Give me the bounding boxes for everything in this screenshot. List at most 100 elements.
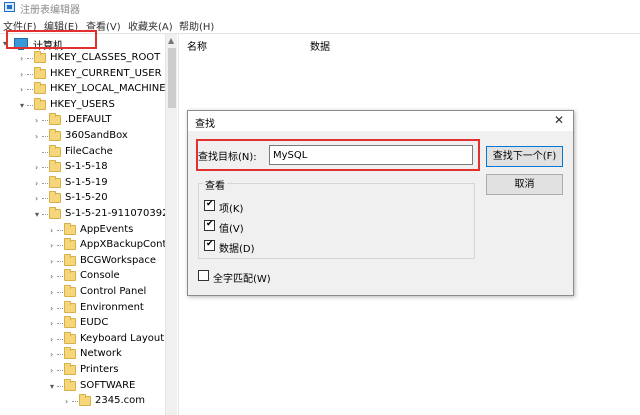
checkbox-match-whole[interactable] xyxy=(198,270,209,281)
tree-item[interactable]: › HKEY_CLASSES_ROOT xyxy=(0,51,165,66)
checkbox-values-label[interactable]: 值(V) xyxy=(219,220,244,235)
registry-tree[interactable]: ▾ 计算机 › HKEY_CLASSES_ROOT › HKEY_CURRENT_US… xyxy=(0,34,165,415)
chevron-right-icon[interactable]: › xyxy=(35,163,42,172)
tree-item-label: EUDC xyxy=(80,317,109,329)
tree-item[interactable]: › AppXBackupConte xyxy=(0,238,165,253)
tree-connector xyxy=(42,136,48,137)
dialog-title-bar: 查找 ✕ xyxy=(188,111,573,131)
tree-connector xyxy=(57,338,63,340)
checkmark-icon: ✔ xyxy=(206,219,214,229)
highlight-box-find xyxy=(196,139,480,171)
chevron-right-icon[interactable]: › xyxy=(35,179,42,188)
chevron-down-icon[interactable]: ▾ xyxy=(20,101,27,110)
tree-connector xyxy=(57,385,63,387)
tree-connector xyxy=(57,276,63,278)
folder-icon xyxy=(64,222,76,235)
chevron-right-icon[interactable]: › xyxy=(50,335,57,344)
tree-item-label: Console xyxy=(80,270,120,282)
folder-icon xyxy=(64,285,76,297)
tree-item[interactable]: › S-1-5-19 xyxy=(0,175,165,191)
tree-item[interactable]: › AppEvents xyxy=(0,222,165,238)
checkbox-data[interactable]: ✔ xyxy=(204,239,215,251)
column-header-data[interactable]: 数据 xyxy=(310,38,330,53)
tree-connector xyxy=(27,73,33,75)
tree-item[interactable]: › Control Panel xyxy=(0,285,165,300)
scrollbar-thumb[interactable] xyxy=(168,48,176,108)
tree-item-label: S-1-5-19 xyxy=(65,176,108,188)
menu-help[interactable]: 帮助(H) xyxy=(179,18,214,33)
tree-scrollbar[interactable]: ▲ xyxy=(165,34,177,415)
column-header-name[interactable]: 名称 xyxy=(187,38,207,53)
tree-item[interactable]: › EUDC xyxy=(0,316,165,331)
folder-icon xyxy=(49,144,61,157)
folder-icon xyxy=(79,394,91,407)
tree-item[interactable]: › BCGWorkspace xyxy=(0,253,165,269)
tree-item[interactable]: › Console xyxy=(0,269,165,284)
tree-item[interactable]: › Printers xyxy=(0,363,165,378)
chevron-right-icon[interactable]: › xyxy=(50,319,57,328)
tree-item[interactable]: › Keyboard Layout xyxy=(0,331,165,347)
checkbox-data-label[interactable]: 数据(D) xyxy=(219,240,255,255)
scroll-up-icon[interactable]: ▲ xyxy=(168,36,174,45)
chevron-right-icon[interactable]: › xyxy=(50,288,57,297)
tree-item[interactable]: FileCache xyxy=(0,144,165,160)
tree-connector xyxy=(57,229,63,231)
chevron-right-icon[interactable]: › xyxy=(20,70,27,79)
look-at-group-title: 查看 xyxy=(203,177,227,192)
chevron-right-icon[interactable]: › xyxy=(50,366,57,375)
chevron-right-icon[interactable]: › xyxy=(35,132,42,141)
cancel-button[interactable]: 取消 xyxy=(486,174,563,195)
tree-item-label: BCGWorkspace xyxy=(80,254,157,266)
tree-connector xyxy=(57,323,63,325)
dialog-title: 查找 xyxy=(195,119,215,130)
find-dialog: 查找 ✕ 查找目标(N): 查找下一个(F) 取消 查看 ✔ 项(K) ✔ 值(… xyxy=(187,110,574,296)
tree-item-label: Keyboard Layout xyxy=(80,332,165,344)
tree-item[interactable]: ▾ S-1-5-21-911070392-2 xyxy=(0,207,165,222)
chevron-right-icon[interactable]: › xyxy=(50,304,57,313)
tree-item-label: Printers xyxy=(80,364,119,375)
tree-item[interactable]: ▾ HKEY_USERS xyxy=(0,97,165,113)
tree-item[interactable]: › 360SandBox xyxy=(0,129,165,144)
chevron-right-icon[interactable]: › xyxy=(50,241,57,250)
chevron-right-icon[interactable]: › xyxy=(65,397,72,406)
chevron-right-icon[interactable]: › xyxy=(20,85,27,94)
tree-connector xyxy=(57,354,63,356)
tree-item[interactable]: › 2345.com xyxy=(0,394,165,409)
find-next-button[interactable]: 查找下一个(F) xyxy=(486,146,563,167)
tree-item-label: S-1-5-18 xyxy=(65,161,108,173)
tree-item[interactable]: › Environment xyxy=(0,300,165,316)
tree-item[interactable]: › S-1-5-18 xyxy=(0,160,165,175)
tree-connector xyxy=(57,292,63,293)
chevron-down-icon[interactable]: ▾ xyxy=(35,210,42,219)
chevron-right-icon[interactable]: › xyxy=(50,257,57,266)
folder-icon xyxy=(49,207,61,219)
chevron-right-icon[interactable]: › xyxy=(35,194,42,203)
tree-item[interactable]: › .DEFAULT xyxy=(0,113,165,128)
checkmark-icon: ✔ xyxy=(206,239,214,249)
tree-item[interactable]: › HKEY_CURRENT_USER xyxy=(0,66,165,82)
tree-item[interactable]: › S-1-5-20 xyxy=(0,191,165,206)
chevron-right-icon[interactable]: › xyxy=(50,272,57,281)
chevron-right-icon[interactable]: › xyxy=(35,116,42,125)
checkbox-match-whole-label[interactable]: 全字匹配(W) xyxy=(213,270,271,285)
checkbox-values[interactable]: ✔ xyxy=(204,219,215,231)
tree-item[interactable]: › Network xyxy=(0,347,165,362)
tree-connector xyxy=(42,198,48,200)
tree-item-label: 360SandBox xyxy=(65,130,128,141)
chevron-right-icon[interactable]: › xyxy=(50,226,57,235)
checkbox-keys-label[interactable]: 项(K) xyxy=(219,200,243,215)
title-bar: 注册表编辑器 xyxy=(0,0,640,16)
chevron-right-icon[interactable]: › xyxy=(50,350,57,359)
tree-item-label: HKEY_CURRENT_USER xyxy=(50,67,162,79)
tree-connector xyxy=(57,370,63,371)
close-icon[interactable]: ✕ xyxy=(554,113,564,127)
tree-item[interactable]: ▾ SOFTWARE xyxy=(0,378,165,394)
folder-icon xyxy=(64,378,76,391)
chevron-down-icon[interactable]: ▾ xyxy=(50,382,57,391)
tree-connector xyxy=(42,182,48,184)
chevron-right-icon[interactable]: › xyxy=(20,54,27,63)
tree-item-label: S-1-5-20 xyxy=(65,192,108,204)
menu-favorites[interactable]: 收藏夹(A) xyxy=(128,18,173,33)
checkbox-keys[interactable]: ✔ xyxy=(204,199,215,211)
tree-item[interactable]: › HKEY_LOCAL_MACHINE xyxy=(0,82,165,97)
